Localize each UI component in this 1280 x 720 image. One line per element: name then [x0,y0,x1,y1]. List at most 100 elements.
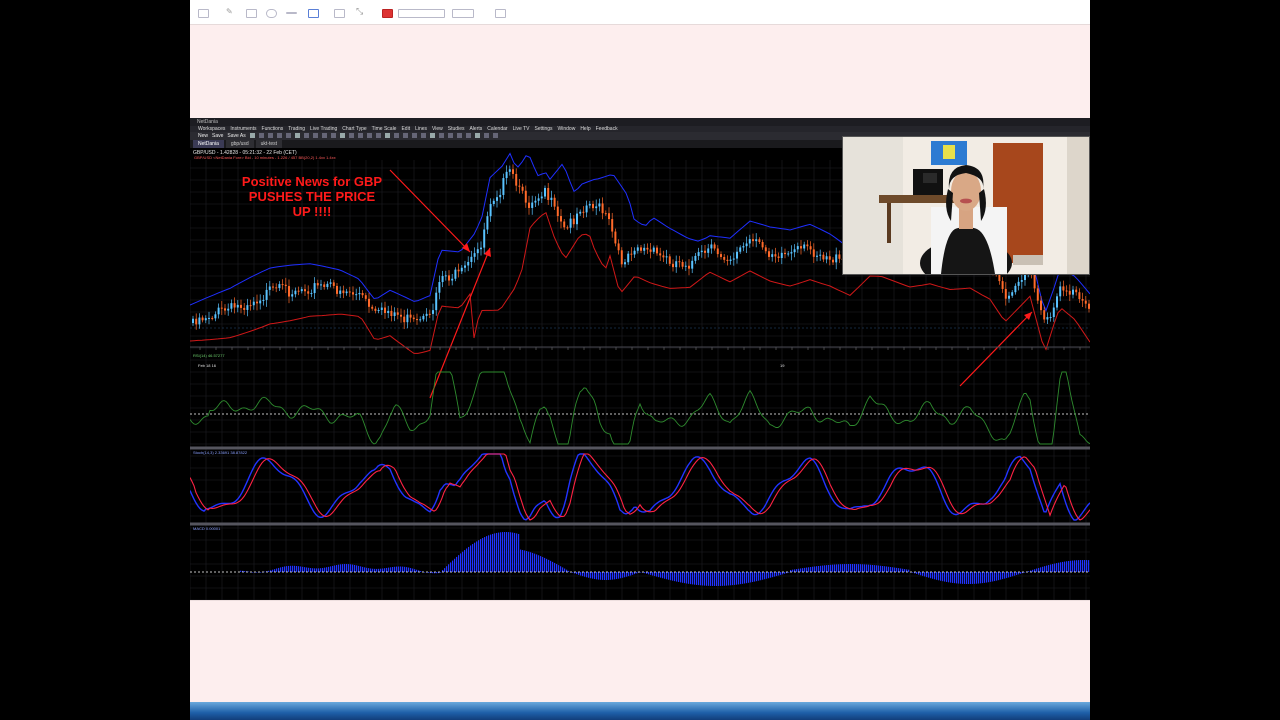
histogram-bar [880,565,882,572]
candle-body [790,252,793,254]
toolbar-tool-icon[interactable] [303,133,309,138]
toolbar-tool-icon[interactable] [474,133,480,138]
toolbar-new-button[interactable]: New [198,132,208,140]
histogram-bar [818,565,820,572]
histogram-bar [572,572,574,573]
histogram-bar [382,568,384,572]
toolbar-tool-icon[interactable] [483,133,489,138]
histogram-bar [398,566,400,572]
histogram-bar [622,572,624,578]
toolbar-tool-icon[interactable] [438,133,444,138]
histogram-bar [632,572,634,575]
histogram-bar [338,564,340,572]
histogram-bar [1074,560,1076,572]
histogram-bar [396,566,398,572]
histogram-bar [870,564,872,572]
candle-body [508,169,511,172]
histogram-bar [244,571,246,572]
toolbar-tool-icon[interactable] [312,133,318,138]
resize-icon[interactable]: ⤡ [356,6,365,16]
stamp-icon[interactable] [334,9,345,18]
histogram-bar [904,569,906,572]
histogram-bar [1042,566,1044,572]
histogram-bar [956,572,958,584]
histogram-bar [850,564,852,572]
rectangle-icon[interactable] [246,9,257,18]
toolbar-tool-icon[interactable] [258,133,264,138]
toolbar-tool-icon[interactable] [402,133,408,138]
select-grid-icon[interactable] [198,9,209,18]
font-field[interactable] [398,9,445,18]
histogram-bar [436,572,438,574]
toolbar-tool-icon[interactable] [366,133,372,138]
candle-body [518,185,521,187]
toolbar-tool-icon[interactable] [492,133,498,138]
histogram-bar [684,572,686,584]
candle-body [793,249,796,253]
line-icon[interactable] [286,12,297,14]
tab-netdania[interactable]: NetDania [193,140,224,148]
candle-body [691,260,694,269]
pencil-icon[interactable]: ✎ [226,7,235,16]
histogram-bar [776,572,778,577]
toolbar-tool-icon[interactable] [456,133,462,138]
histogram-bar [886,566,888,572]
toolbar-tool-icon[interactable] [285,133,291,138]
candle-body [812,249,815,257]
toolbar-tool-icon[interactable] [384,133,390,138]
histogram-bar [460,553,462,572]
toolbar-tool-icon[interactable] [375,133,381,138]
histogram-bar [490,534,492,572]
histogram-bar [518,533,520,572]
toolbar-tool-icon[interactable] [294,133,300,138]
candle-body [601,203,604,214]
candle-body [220,307,223,309]
rsi-label: RSI(14) 46.57277 [193,353,225,358]
toolbar-save-as-button[interactable]: Save As [227,132,245,140]
tab-ukt-test[interactable]: ukt-test [255,140,283,148]
histogram-bar [492,533,494,572]
candle-body [435,292,438,311]
histogram-bar [766,572,768,579]
histogram-bar [996,572,998,581]
histogram-bar [412,568,414,572]
toolbar-tool-icon[interactable] [348,133,354,138]
toolbar-tool-icon[interactable] [447,133,453,138]
color-swatch-icon[interactable] [382,9,393,18]
histogram-bar [546,558,548,572]
toolbar-tool-icon[interactable] [249,133,255,138]
toolbar-tool-icon[interactable] [276,133,282,138]
ellipse-icon[interactable] [266,9,277,18]
tab-gbp-usd[interactable]: gbp/usd [225,140,254,148]
histogram-bar [694,572,696,585]
candle-body [630,253,633,255]
toolbar-tool-icon[interactable] [267,133,273,138]
histogram-bar [936,572,938,580]
histogram-bar [640,572,642,573]
toolbar-tool-icon[interactable] [420,133,426,138]
align-icon[interactable] [495,9,506,18]
toolbar-tool-icon[interactable] [357,133,363,138]
candle-body [313,283,316,294]
toolbar-tool-icon[interactable] [411,133,417,138]
toolbar-tool-icon[interactable] [465,133,471,138]
toolbar-tool-icon[interactable] [393,133,399,138]
histogram-bar [1060,562,1062,572]
crop-icon[interactable] [308,9,319,18]
toolbar-tool-icon[interactable] [429,133,435,138]
toolbar-tool-icon[interactable] [330,133,336,138]
histogram-bar [424,572,426,573]
toolbar-tool-icon[interactable] [321,133,327,138]
candle-body [371,306,374,309]
candle-body [579,211,582,214]
candle-body [649,249,652,252]
candle-body [304,289,306,292]
size-field[interactable] [452,9,474,18]
histogram-bar [520,549,522,572]
candle-body [742,246,745,248]
candle-body [428,313,431,315]
histogram-bar [930,572,932,579]
histogram-bar [816,566,818,572]
toolbar-save-button[interactable]: Save [212,132,223,140]
toolbar-tool-icon[interactable] [339,133,345,138]
